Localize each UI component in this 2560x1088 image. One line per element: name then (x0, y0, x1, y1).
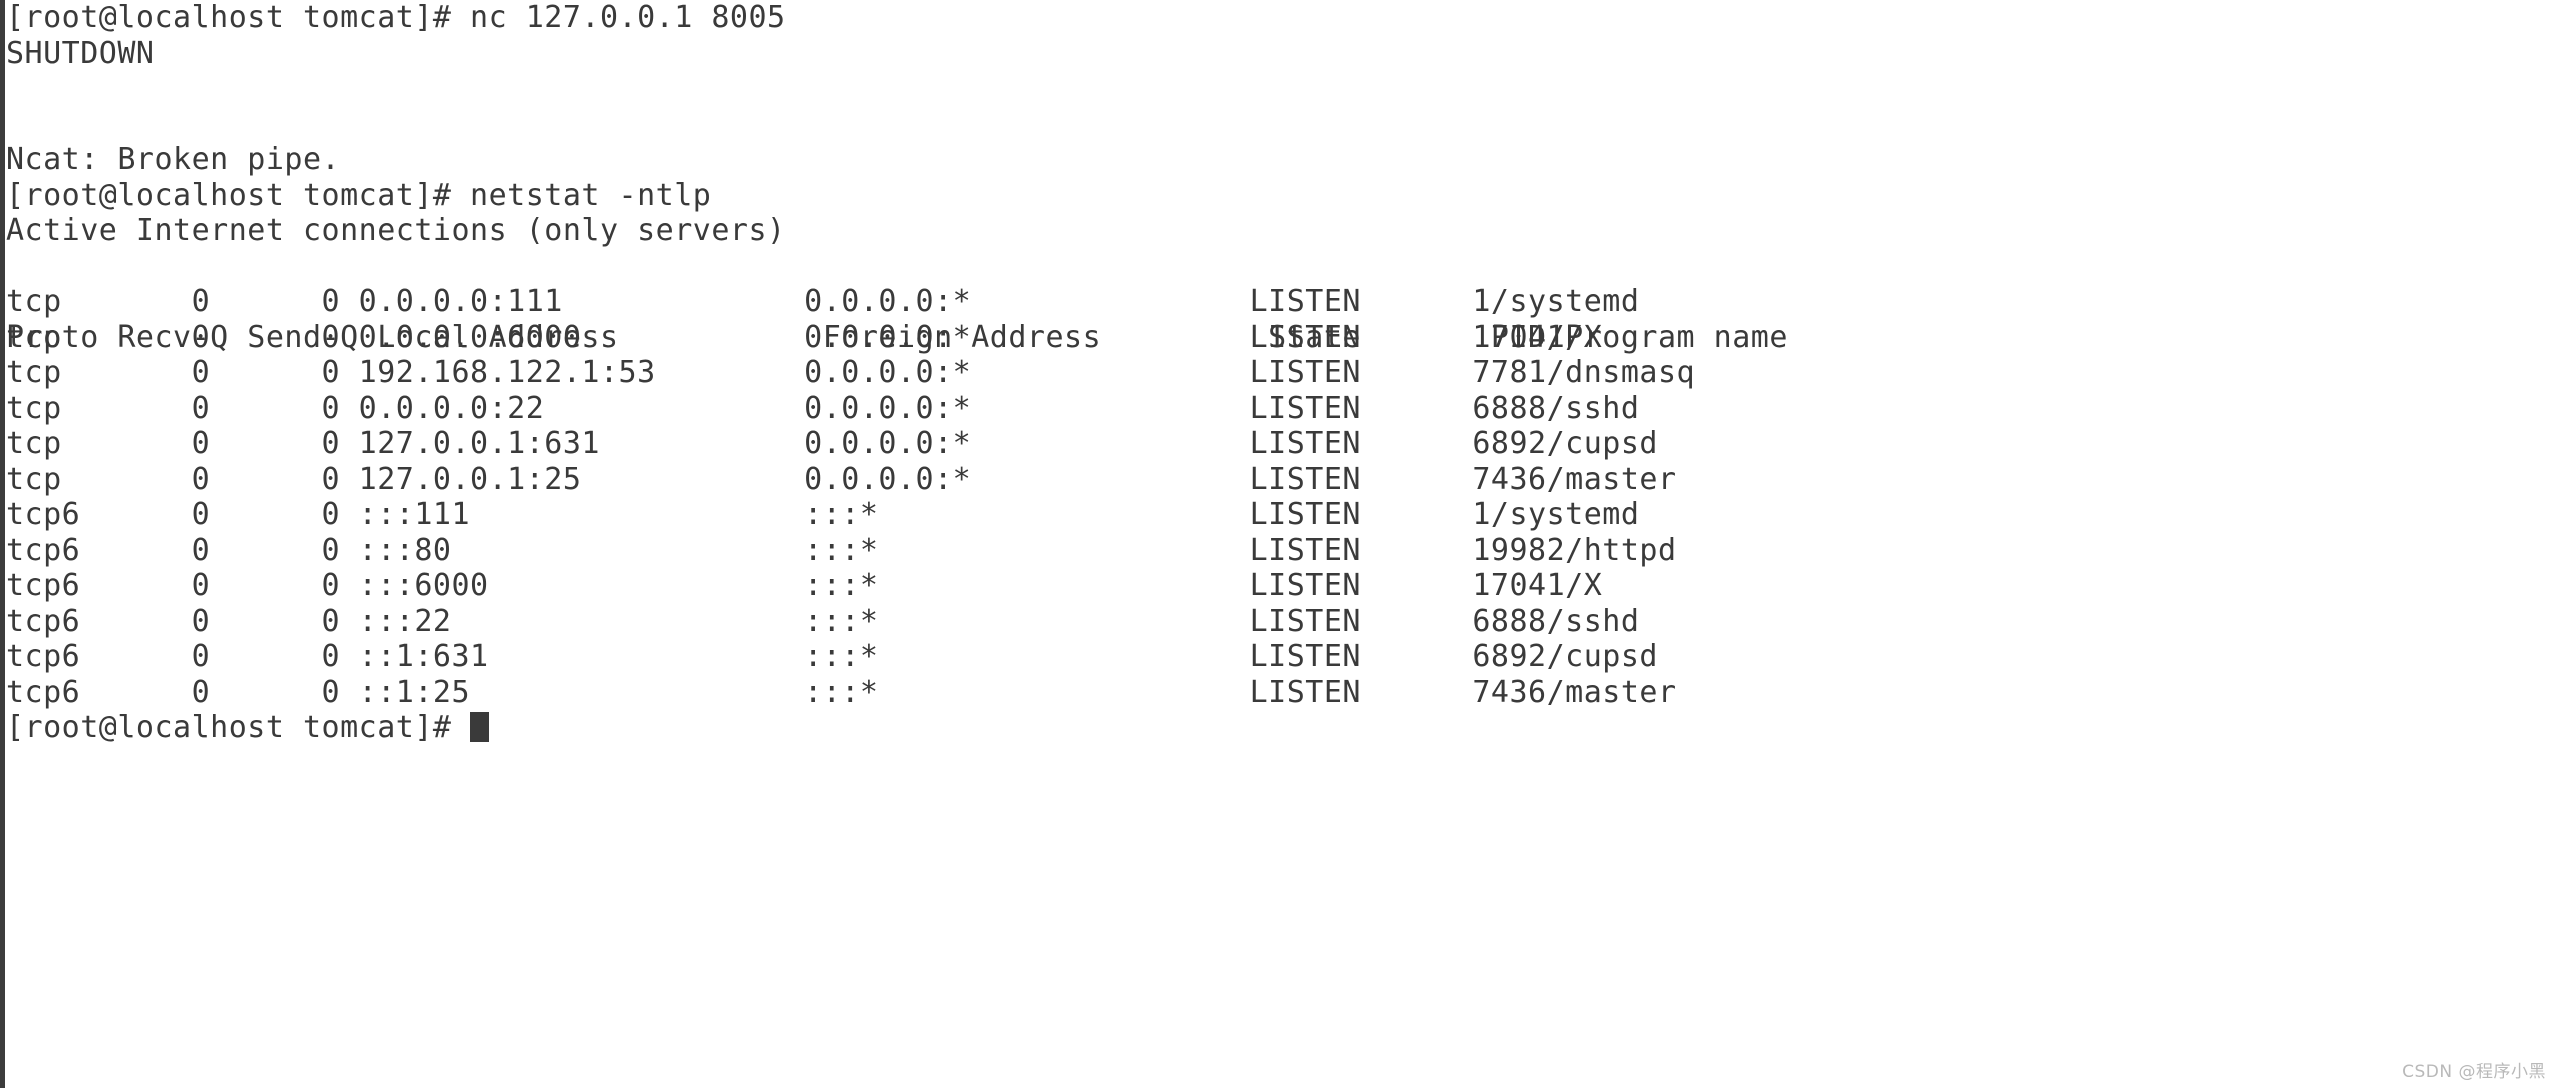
terminal-line-blank-1 (6, 71, 2560, 107)
terminal-line-command-nc: [root@localhost tomcat]# nc 127.0.0.1 80… (6, 0, 786, 35)
terminal-line-blank-2 (6, 107, 2560, 143)
terminal-line-input-shutdown: SHUTDOWN (6, 35, 155, 71)
csdn-watermark: CSDN @程序小黑 (2402, 1062, 2546, 1082)
netstat-row: tcp 0 0 192.168.122.1:53 0.0.0.0:* LISTE… (6, 355, 1696, 390)
netstat-row: tcp6 0 0 :::22 :::* LISTEN 6888/sshd (6, 603, 1640, 639)
netstat-row: tcp6 0 0 :::80 :::* LISTEN 19982/httpd (6, 532, 1677, 568)
netstat-row: tcp6 0 0 :::111 :::* LISTEN 1/systemd (6, 497, 1640, 532)
netstat-row: tcp6 0 0 ::1:631 :::* LISTEN 6892/cupsd (6, 639, 1658, 674)
netstat-row: tcp 0 0 0.0.0.0:22 0.0.0.0:* LISTEN 6888… (6, 390, 1640, 426)
netstat-row: tcp6 0 0 :::6000 :::* LISTEN 17041/X (6, 568, 1603, 603)
netstat-table-body: tcp 0 0 0.0.0.0:111 0.0.0.0:* LISTEN 1/s… (6, 284, 2560, 710)
terminal-line-output-broken-pipe: Ncat: Broken pipe. (6, 142, 341, 177)
terminal-final-prompt-line[interactable]: [root@localhost tomcat]# (6, 710, 2560, 746)
netstat-header-row: Proto Recv-Q Send-Q Local Address Foreig… (6, 249, 2560, 355)
terminal-line-netstat-title: Active Internet connections (only server… (6, 213, 786, 248)
terminal-cursor (470, 712, 490, 742)
netstat-row: tcp 0 0 127.0.0.1:25 0.0.0.0:* LISTEN 74… (6, 461, 1677, 497)
terminal-left-edge (0, 0, 5, 1088)
terminal-line-command-netstat: [root@localhost tomcat]# netstat -ntlp (6, 177, 712, 213)
terminal-window[interactable]: [root@localhost tomcat]# nc 127.0.0.1 80… (0, 0, 2560, 1088)
netstat-row: tcp 0 0 0.0.0.0:111 0.0.0.0:* LISTEN 1/s… (6, 284, 1640, 319)
netstat-row: tcp6 0 0 ::1:25 :::* LISTEN 7436/master (6, 674, 1677, 710)
netstat-row: tcp 0 0 0.0.0.0:6000 0.0.0.0:* LISTEN 17… (6, 319, 1603, 355)
netstat-row: tcp 0 0 127.0.0.1:631 0.0.0.0:* LISTEN 6… (6, 426, 1658, 461)
prompt-text: [root@localhost tomcat]# (6, 710, 471, 745)
